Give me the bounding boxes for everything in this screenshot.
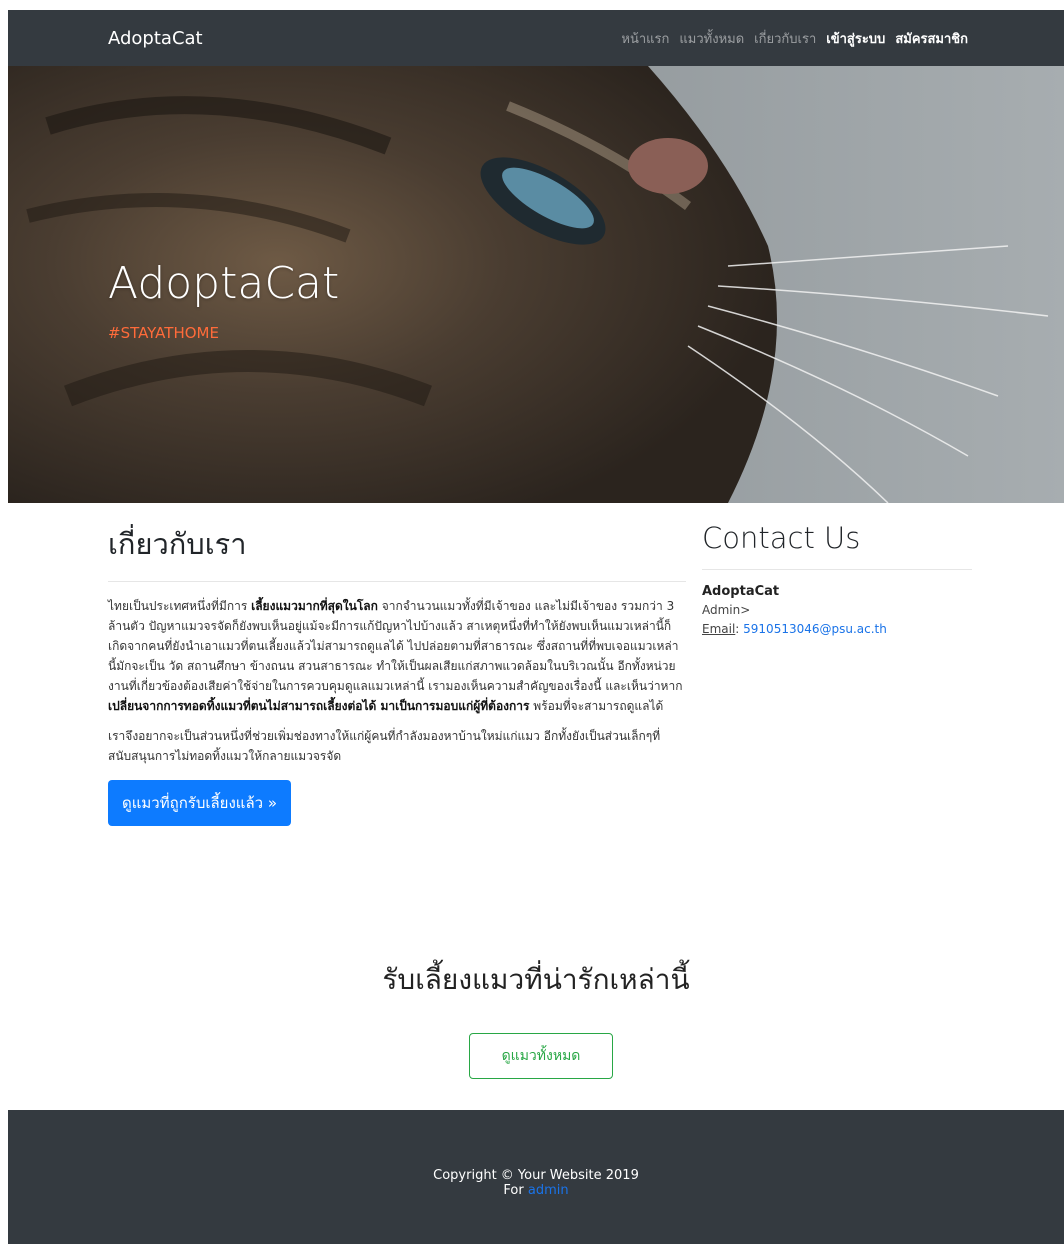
email-link[interactable]: 5910513046@psu.ac.th: [743, 622, 887, 636]
about-bold-text: เปลี่ยนจากการทอดทิ้งแมวที่ตนไม่สามารถเลี…: [108, 699, 530, 713]
nav-register[interactable]: สมัครสมาชิก: [895, 28, 968, 49]
contact-heading: Contact Us: [702, 521, 972, 570]
view-adopted-button[interactable]: ดูแมวที่ถูกรับเลี้ยงแล้ว »: [108, 780, 292, 826]
navbar: AdoptaCat หน้าแรก แมวทั้งหมด เกี่ยวกับเร…: [8, 10, 1064, 66]
about-paragraph-2: เราจึงอยากจะเป็นส่วนหนึ่งที่ช่วยเพิ่มช่อ…: [108, 729, 661, 763]
email-label: Email: [702, 622, 736, 636]
nav-login[interactable]: เข้าสู่ระบบ: [826, 28, 885, 49]
nav-links: หน้าแรก แมวทั้งหมด เกี่ยวกับเรา เข้าสู่ร…: [621, 28, 968, 49]
nav-all-cats[interactable]: แมวทั้งหมด: [679, 28, 744, 49]
contact-section: Contact Us AdoptaCat Admin> Email: 59105…: [702, 521, 972, 639]
adopt-heading: รับเลี้ยงแมวที่น่ารักเหล่านี้: [382, 963, 690, 996]
for-label: For: [503, 1183, 524, 1198]
about-section: เกี่ยวกับเรา ไทยเป็นประเทศหนึ่งที่มีการ …: [108, 521, 686, 826]
main-content: เกี่ยวกับเรา ไทยเป็นประเทศหนึ่งที่มีการ …: [8, 503, 1064, 1079]
nav-about[interactable]: เกี่ยวกับเรา: [754, 28, 816, 49]
footer-for-line: For admin: [8, 1183, 1064, 1198]
nav-home[interactable]: หน้าแรก: [621, 28, 669, 49]
contact-role: Admin>: [702, 603, 751, 617]
about-heading: เกี่ยวกับเรา: [108, 521, 686, 582]
contact-name: AdoptaCat: [702, 584, 780, 599]
admin-link[interactable]: admin: [528, 1183, 569, 1198]
about-text: ไทยเป็นประเทศหนึ่งที่มีการ: [108, 599, 252, 613]
about-paragraph-1: ไทยเป็นประเทศหนึ่งที่มีการ เลี้ยงแมวมากท…: [108, 596, 686, 716]
about-text: จากจำนวนแมวทั้งที่มีเจ้าของ และไม่มีเจ้า…: [108, 599, 683, 693]
copyright-text: Copyright © Your Website 2019: [433, 1168, 639, 1183]
hero-title: AdoptaCat: [108, 258, 340, 309]
hero-banner: AdoptaCat #STAYATHOME: [8, 66, 1064, 503]
footer: Copyright © Your Website 2019 For admin: [8, 1110, 1064, 1244]
contact-email-row: Email: 5910513046@psu.ac.th: [702, 622, 887, 636]
view-all-cats-button[interactable]: ดูแมวทั้งหมด: [469, 1033, 613, 1079]
about-text: พร้อมที่จะสามารถดูแลได้: [529, 699, 664, 713]
hero-subtitle: #STAYATHOME: [108, 324, 219, 342]
brand-logo[interactable]: AdoptaCat: [108, 28, 203, 49]
about-bold-text: เลี้ยงแมวมากที่สุดในโลก: [251, 599, 378, 613]
